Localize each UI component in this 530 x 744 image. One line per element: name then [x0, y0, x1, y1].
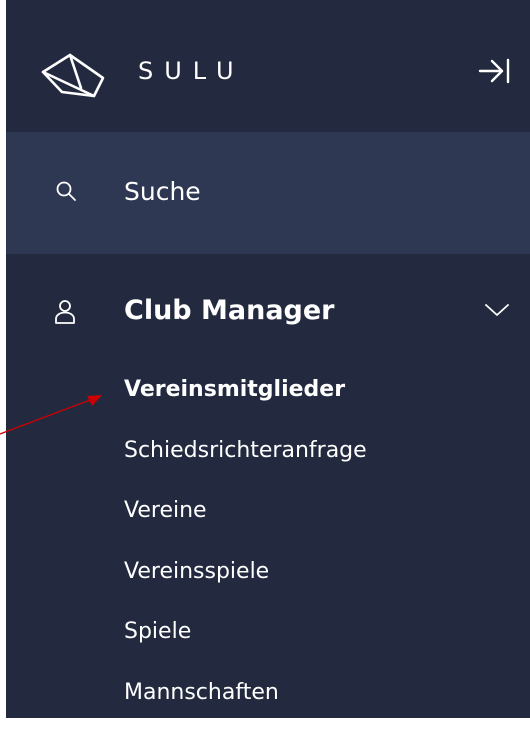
nav-item-spiele[interactable]: Spiele: [124, 608, 367, 669]
nav-group-label: Club Manager: [124, 295, 335, 326]
annotation-arrow: [0, 395, 102, 435]
sidebar: SULU Suche Club Manager Vereinsmitgliede…: [6, 0, 530, 718]
search-label: Suche: [124, 177, 201, 206]
nav-submenu: Vereinsmitglieder Schiedsrichteranfrage …: [124, 366, 367, 729]
app-title: SULU: [138, 57, 245, 85]
nav-item-vereine[interactable]: Vereine: [124, 487, 367, 548]
nav-group-club-manager[interactable]: Club Manager: [6, 280, 530, 350]
search-icon: [56, 181, 76, 201]
nav-item-schiedsrichteranfrage[interactable]: Schiedsrichteranfrage: [124, 427, 367, 488]
sidebar-header: SULU: [6, 0, 530, 132]
nav-item-vereinsspiele[interactable]: Vereinsspiele: [124, 548, 367, 609]
collapse-sidebar-icon[interactable]: [478, 56, 510, 86]
nav-item-mannschaften[interactable]: Mannschaften: [124, 669, 367, 730]
chevron-down-icon[interactable]: [484, 302, 510, 318]
user-icon: [55, 300, 75, 324]
sulu-logo-icon: [41, 53, 105, 98]
nav-item-vereinsmitglieder[interactable]: Vereinsmitglieder: [124, 366, 367, 427]
search-button[interactable]: Suche: [6, 132, 530, 254]
